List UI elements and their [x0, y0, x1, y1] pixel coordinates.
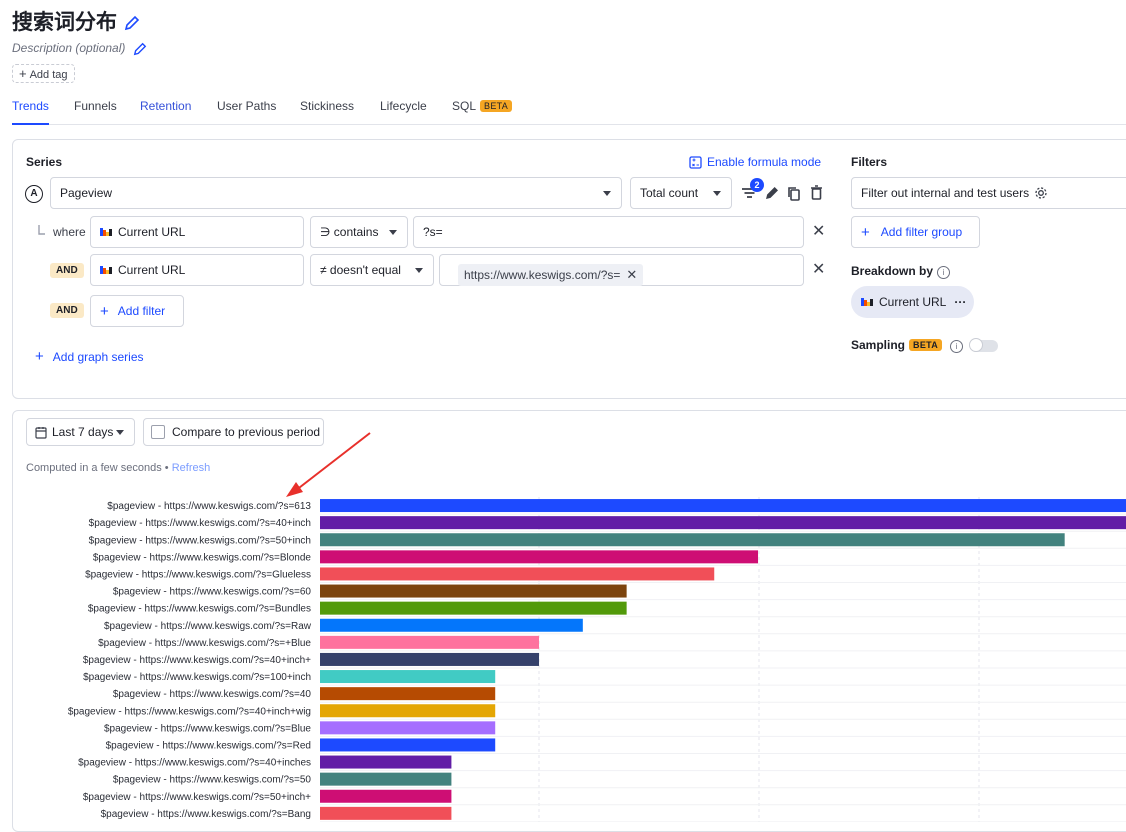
- category-label: $pageview - https://www.keswigs.com/?s=6…: [113, 587, 312, 598]
- category-label: $pageview - https://www.keswigs.com/?s=R…: [106, 740, 311, 751]
- bar[interactable]: [320, 550, 759, 564]
- bar[interactable]: [320, 755, 452, 769]
- category-label: $pageview - https://www.keswigs.com/?s=5…: [83, 792, 311, 803]
- category-label: $pageview - https://www.keswigs.com/?s=5…: [113, 775, 312, 786]
- category-label: $pageview - https://www.keswigs.com/?s=B…: [101, 809, 311, 820]
- bar[interactable]: [320, 567, 715, 581]
- category-label: $pageview - https://www.keswigs.com/?s=1…: [83, 672, 311, 683]
- category-label: $pageview - https://www.keswigs.com/?s=B…: [104, 723, 311, 734]
- annotation-arrow-head: [286, 482, 303, 497]
- category-label: $pageview - https://www.keswigs.com/?s=4…: [68, 706, 311, 717]
- bar[interactable]: [320, 601, 627, 615]
- bar[interactable]: [320, 533, 1065, 547]
- category-label: $pageview - https://www.keswigs.com/?s=6…: [107, 501, 311, 512]
- category-label: $pageview - https://www.keswigs.com/?s=R…: [104, 621, 312, 632]
- category-label: $pageview - https://www.keswigs.com/?s=B…: [93, 552, 312, 563]
- bar[interactable]: [320, 635, 540, 649]
- bar[interactable]: [320, 618, 583, 632]
- bar[interactable]: [320, 806, 452, 820]
- bar[interactable]: [320, 772, 452, 786]
- bar[interactable]: [320, 652, 540, 666]
- category-label: $pageview - https://www.keswigs.com/?s=G…: [85, 569, 311, 580]
- category-label: $pageview - https://www.keswigs.com/?s=4…: [89, 518, 311, 529]
- annotation-arrow-line: [294, 432, 371, 492]
- bar[interactable]: [320, 721, 496, 735]
- category-label: $pageview - https://www.keswigs.com/?s=4…: [78, 758, 311, 769]
- category-label: $pageview - https://www.keswigs.com/?s=+…: [98, 638, 311, 649]
- category-label: $pageview - https://www.keswigs.com/?s=4…: [83, 655, 311, 666]
- trends-bar-chart: $pageview - https://www.keswigs.com/?s=6…: [68, 432, 1126, 822]
- category-label: $pageview - https://www.keswigs.com/?s=4…: [113, 689, 312, 700]
- bar[interactable]: [320, 704, 496, 718]
- bar[interactable]: [320, 789, 452, 803]
- bar[interactable]: [320, 687, 496, 701]
- category-label: $pageview - https://www.keswigs.com/?s=5…: [89, 535, 311, 546]
- bar[interactable]: [320, 516, 1126, 530]
- bar[interactable]: [320, 738, 496, 752]
- category-label: $pageview - https://www.keswigs.com/?s=B…: [88, 604, 311, 615]
- bar[interactable]: [320, 670, 496, 684]
- bar[interactable]: [320, 584, 627, 598]
- bar[interactable]: [320, 499, 1126, 513]
